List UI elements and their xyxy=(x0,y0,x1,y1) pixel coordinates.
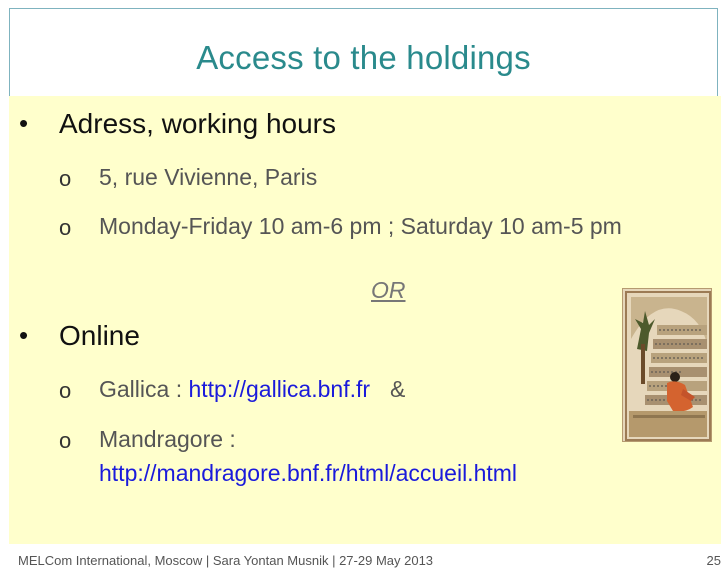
subbullet-symbol: o xyxy=(59,378,72,403)
footer-text: MELCom International, Moscow | Sara Yont… xyxy=(18,553,434,568)
subbullet-symbol: o xyxy=(59,166,72,191)
manuscript-image xyxy=(622,288,712,442)
gallica-link[interactable]: http://gallica.bnf.fr xyxy=(188,376,370,402)
subbullet-symbol: o xyxy=(59,428,72,453)
subitem-text: Monday-Friday 10 am-6 pm ; Saturday 10 a… xyxy=(99,213,622,239)
page-number: 25 xyxy=(706,553,721,568)
subitem-text: 5, rue Vivienne, Paris xyxy=(99,164,318,190)
slide-title: Access to the holdings xyxy=(196,39,531,76)
slide-content: • Adress, working hours o 5, rue Vivienn… xyxy=(9,96,721,544)
bullet-symbol: • xyxy=(19,320,29,350)
gallica-label: Gallica : xyxy=(99,376,189,402)
slide-title-box: Access to the holdings xyxy=(9,8,718,96)
bullet-text: Online xyxy=(59,320,140,351)
mandragore-label: Mandragore : xyxy=(99,426,236,452)
subbullet-symbol: o xyxy=(59,215,72,240)
bullet-text: Adress, working hours xyxy=(59,108,337,139)
mandragore-link-row: http://mandragore.bnf.fr/html/accueil.ht… xyxy=(99,460,517,487)
or-separator: OR xyxy=(371,277,406,303)
mandragore-link[interactable]: http://mandragore.bnf.fr/html/accueil.ht… xyxy=(99,460,517,486)
ampersand: & xyxy=(390,376,406,402)
bullet-symbol: • xyxy=(19,108,29,138)
